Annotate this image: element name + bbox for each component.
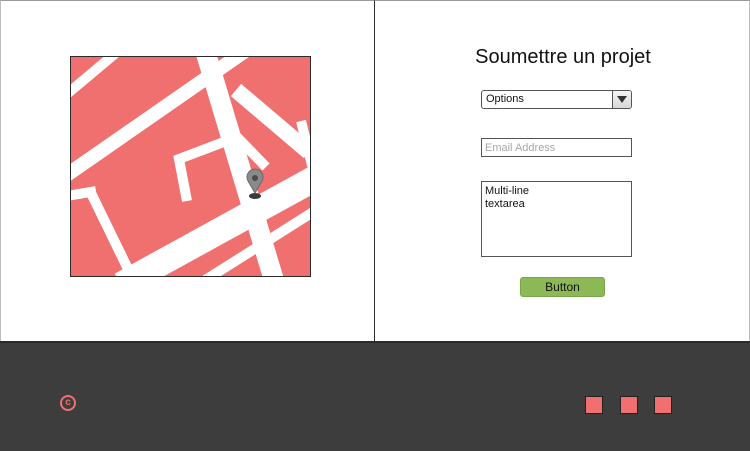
triangle-down-icon [617,96,627,103]
select-arrow-button[interactable] [612,91,631,108]
social-icon[interactable] [654,396,672,414]
social-icon[interactable] [585,396,603,414]
map[interactable] [70,56,311,277]
options-select[interactable]: Options [481,90,632,109]
form-panel: Soumettre un projet Options Button [374,0,750,341]
footer: c [0,341,750,451]
map-panel [0,0,374,341]
form-title: Soumettre un projet [475,46,651,68]
copyright-icon: c [60,395,76,411]
map-graphic [71,57,310,276]
message-textarea[interactable] [481,181,632,257]
social-icon[interactable] [620,396,638,414]
email-input[interactable] [481,138,632,157]
select-value: Options [486,93,524,105]
submit-button[interactable]: Button [520,277,605,297]
